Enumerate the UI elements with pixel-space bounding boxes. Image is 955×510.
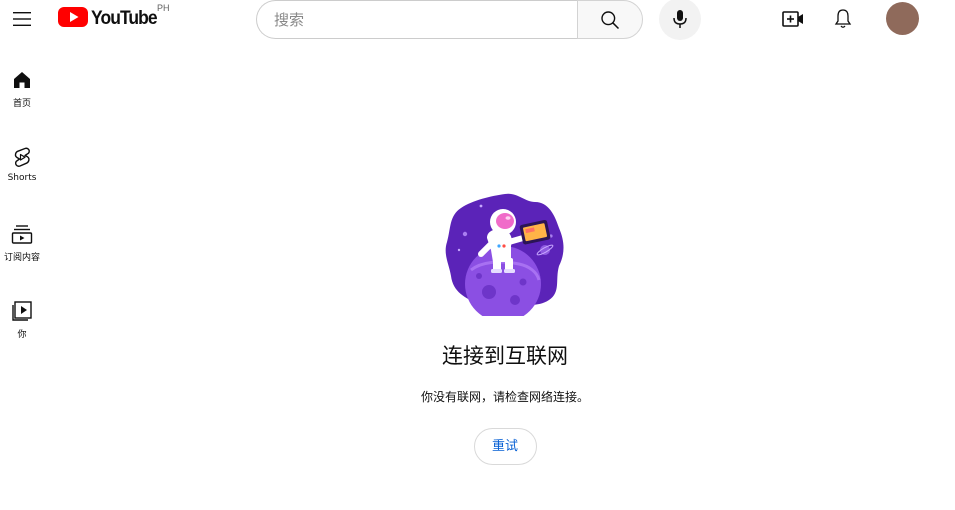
- offline-message: 连接到互联网 你没有联网，请检查网络连接。 重试: [300, 188, 710, 465]
- create-button[interactable]: [776, 2, 810, 36]
- search-icon: [601, 10, 620, 29]
- search-button[interactable]: [577, 0, 643, 39]
- subscriptions-icon: [10, 222, 34, 246]
- avatar[interactable]: [886, 2, 919, 35]
- shorts-icon: [10, 145, 34, 169]
- search-input[interactable]: [256, 0, 578, 39]
- sidebar-item-home[interactable]: 首页: [0, 56, 44, 126]
- you-icon: [10, 299, 34, 323]
- masthead: YouTube PH: [0, 0, 955, 40]
- hamburger-icon: [13, 12, 31, 26]
- create-video-icon: [782, 11, 803, 27]
- bell-icon: [834, 9, 852, 28]
- offline-title: 连接到互联网: [442, 344, 568, 368]
- youtube-logo[interactable]: YouTube PH: [58, 3, 170, 32]
- sidebar-item-subscriptions[interactable]: 订阅内容: [0, 210, 44, 280]
- youtube-play-icon: [58, 7, 88, 27]
- sidebar-item-you[interactable]: 你: [0, 287, 44, 357]
- search-box: [256, 0, 643, 39]
- retry-button[interactable]: 重试: [473, 428, 537, 465]
- mic-icon: [673, 10, 687, 28]
- astronaut-offline-icon: [445, 193, 564, 316]
- sidebar-item-label: 你: [17, 330, 27, 340]
- sidebar-item-label: 订阅内容: [3, 253, 40, 263]
- offline-subtitle: 你没有联网，请检查网络连接。: [420, 390, 589, 404]
- logo-wordmark: YouTube: [91, 8, 158, 29]
- sidebar-item-label: Shorts: [7, 173, 37, 183]
- sidebar-item-label: 首页: [12, 99, 31, 109]
- home-icon: [10, 68, 34, 92]
- voice-search-button[interactable]: [659, 0, 701, 40]
- region-code: PH: [157, 3, 170, 13]
- guide-menu-button[interactable]: [6, 3, 38, 35]
- sidebar-item-shorts[interactable]: Shorts: [0, 133, 44, 203]
- notifications-button[interactable]: [826, 2, 860, 36]
